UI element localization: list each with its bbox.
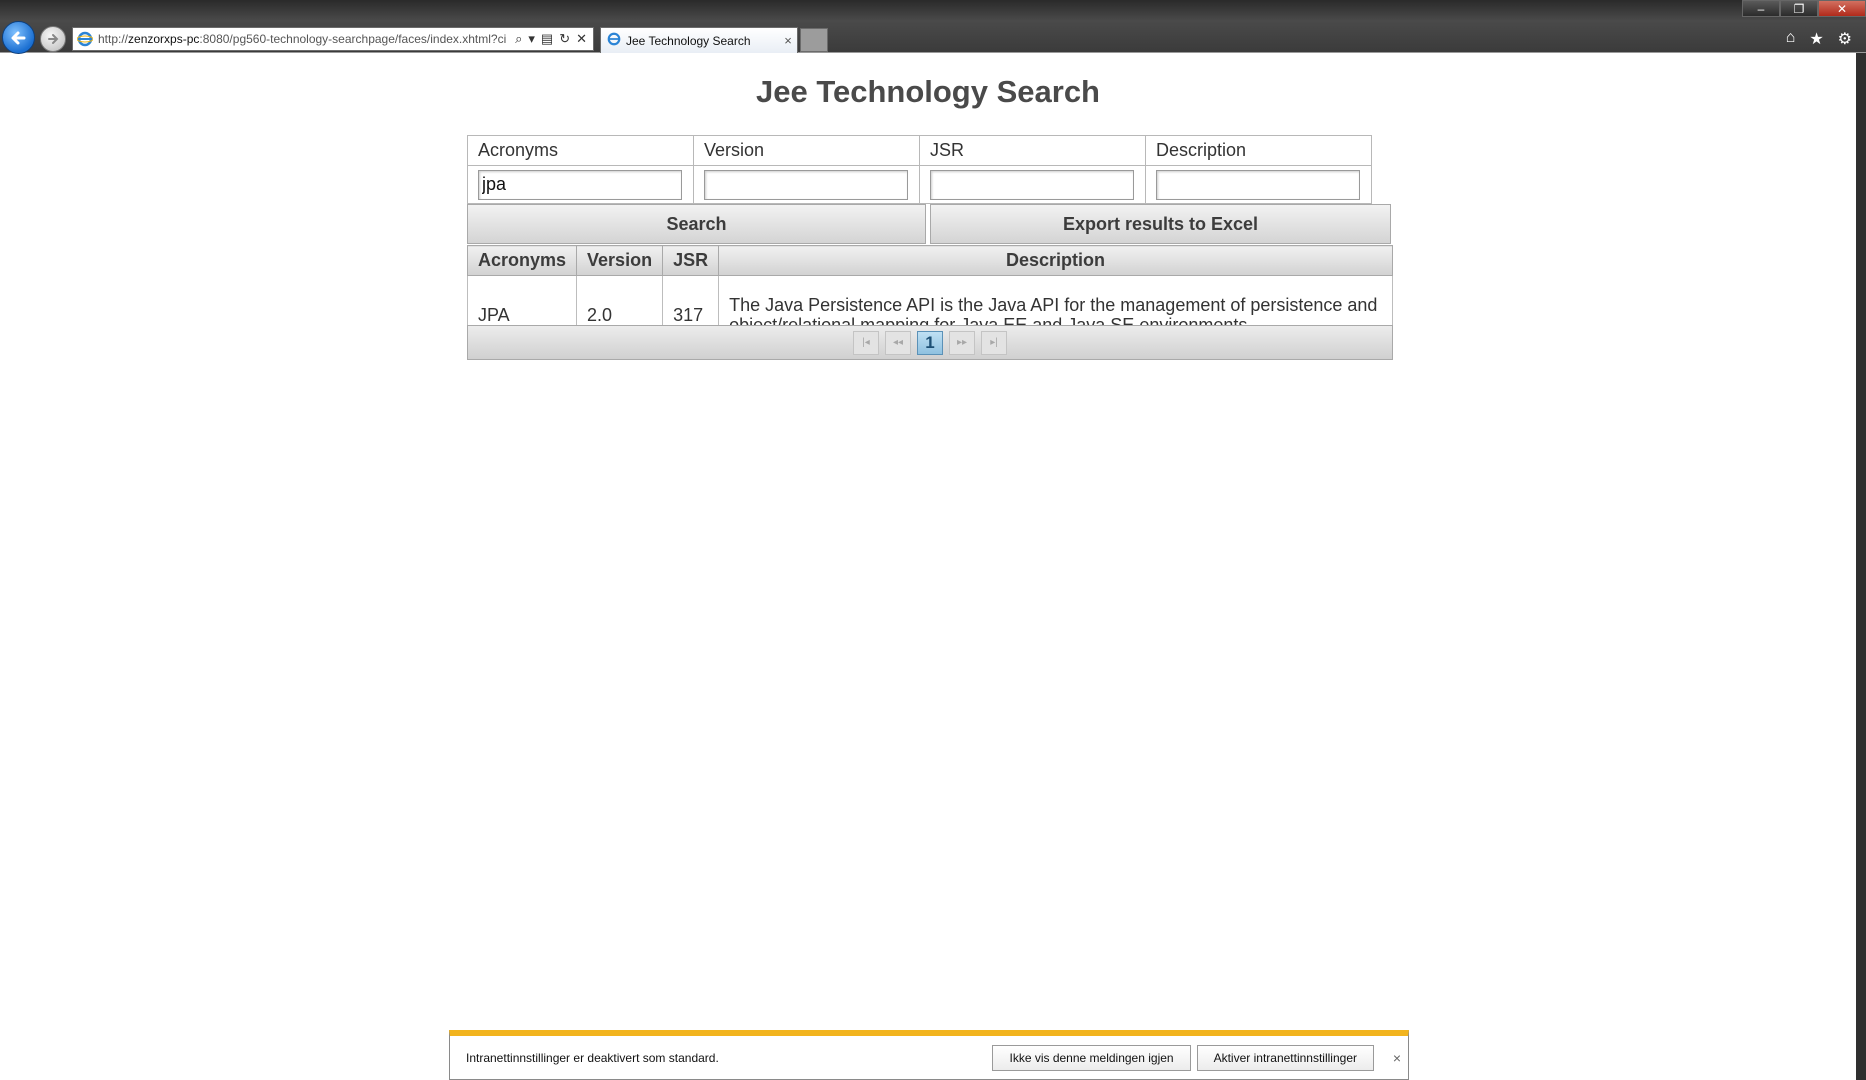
favorites-star-icon[interactable]: ★ bbox=[1809, 29, 1823, 49]
compatibility-view-icon[interactable]: ▤ bbox=[541, 31, 553, 47]
address-bar[interactable]: http://zenzorxps-pc:8080/pg560-technolog… bbox=[72, 27, 594, 51]
restore-button[interactable]: ❐ bbox=[1780, 0, 1818, 17]
column-header-acronyms[interactable]: Acronyms bbox=[466, 245, 578, 276]
close-window-button[interactable]: ✕ bbox=[1818, 0, 1866, 17]
stop-icon[interactable]: ✕ bbox=[576, 31, 587, 47]
tab-close-icon[interactable]: × bbox=[779, 33, 797, 48]
acronyms-input[interactable] bbox=[478, 169, 682, 200]
export-excel-button[interactable]: Export results to Excel bbox=[930, 204, 1391, 244]
dont-show-again-button[interactable]: Ikke vis denne meldingen igjen bbox=[992, 1044, 1191, 1071]
version-input[interactable] bbox=[704, 169, 908, 200]
jsr-label: JSR bbox=[919, 135, 1146, 166]
last-page-button[interactable]: ▸| bbox=[981, 330, 1007, 355]
version-label: Version bbox=[693, 135, 920, 166]
minimize-button[interactable]: – bbox=[1742, 0, 1780, 17]
acronyms-label: Acronyms bbox=[467, 135, 694, 166]
forward-button[interactable] bbox=[40, 26, 66, 52]
arrow-right-icon bbox=[48, 34, 59, 44]
notification-message: Intranettinnstillinger er deaktivert som… bbox=[466, 1050, 719, 1065]
previous-page-button[interactable]: ◂◂ bbox=[885, 330, 911, 355]
close-notification-icon[interactable]: × bbox=[1386, 1050, 1408, 1066]
next-page-button[interactable]: ▸▸ bbox=[949, 330, 975, 355]
new-tab-button[interactable] bbox=[800, 28, 828, 52]
description-label: Description bbox=[1145, 135, 1372, 166]
current-page-button[interactable]: 1 bbox=[917, 330, 943, 355]
arrow-left-icon bbox=[11, 31, 25, 44]
dropdown-arrow-icon[interactable]: ▾ bbox=[528, 31, 535, 47]
notification-bar: Intranettinnstillinger er deaktivert som… bbox=[449, 1030, 1409, 1080]
column-header-jsr[interactable]: JSR bbox=[662, 245, 720, 276]
jsr-input[interactable] bbox=[930, 169, 1134, 200]
back-button[interactable] bbox=[2, 21, 35, 54]
refresh-icon[interactable]: ↻ bbox=[559, 31, 570, 47]
paginator: |◂ ◂◂ 1 ▸▸ ▸| bbox=[467, 325, 1393, 360]
home-icon[interactable]: ⌂ bbox=[1786, 29, 1796, 49]
tab-title: Jee Technology Search bbox=[626, 33, 751, 48]
url-text: http://zenzorxps-pc:8080/pg560-technolog… bbox=[98, 32, 507, 46]
column-header-description[interactable]: Description bbox=[718, 245, 1393, 276]
ie-page-icon bbox=[77, 31, 93, 47]
scrollbar-strip bbox=[1856, 53, 1866, 1080]
ie-tab-icon bbox=[607, 32, 621, 49]
search-icon[interactable]: ⌕ bbox=[515, 31, 522, 47]
description-input[interactable] bbox=[1156, 169, 1360, 200]
enable-intranet-settings-button[interactable]: Aktiver intranettinnstillinger bbox=[1196, 1044, 1374, 1071]
browser-toolbar: http://zenzorxps-pc:8080/pg560-technolog… bbox=[0, 0, 1866, 54]
settings-gear-icon[interactable]: ⚙ bbox=[1838, 29, 1852, 49]
search-button[interactable]: Search bbox=[467, 204, 926, 244]
column-header-version[interactable]: Version bbox=[576, 245, 664, 276]
first-page-button[interactable]: |◂ bbox=[853, 330, 879, 355]
tab-jee-technology-search[interactable]: Jee Technology Search × bbox=[600, 27, 798, 53]
search-form: Acronyms Version JSR Description bbox=[467, 135, 1372, 204]
page-title: Jee Technology Search bbox=[756, 74, 1100, 109]
